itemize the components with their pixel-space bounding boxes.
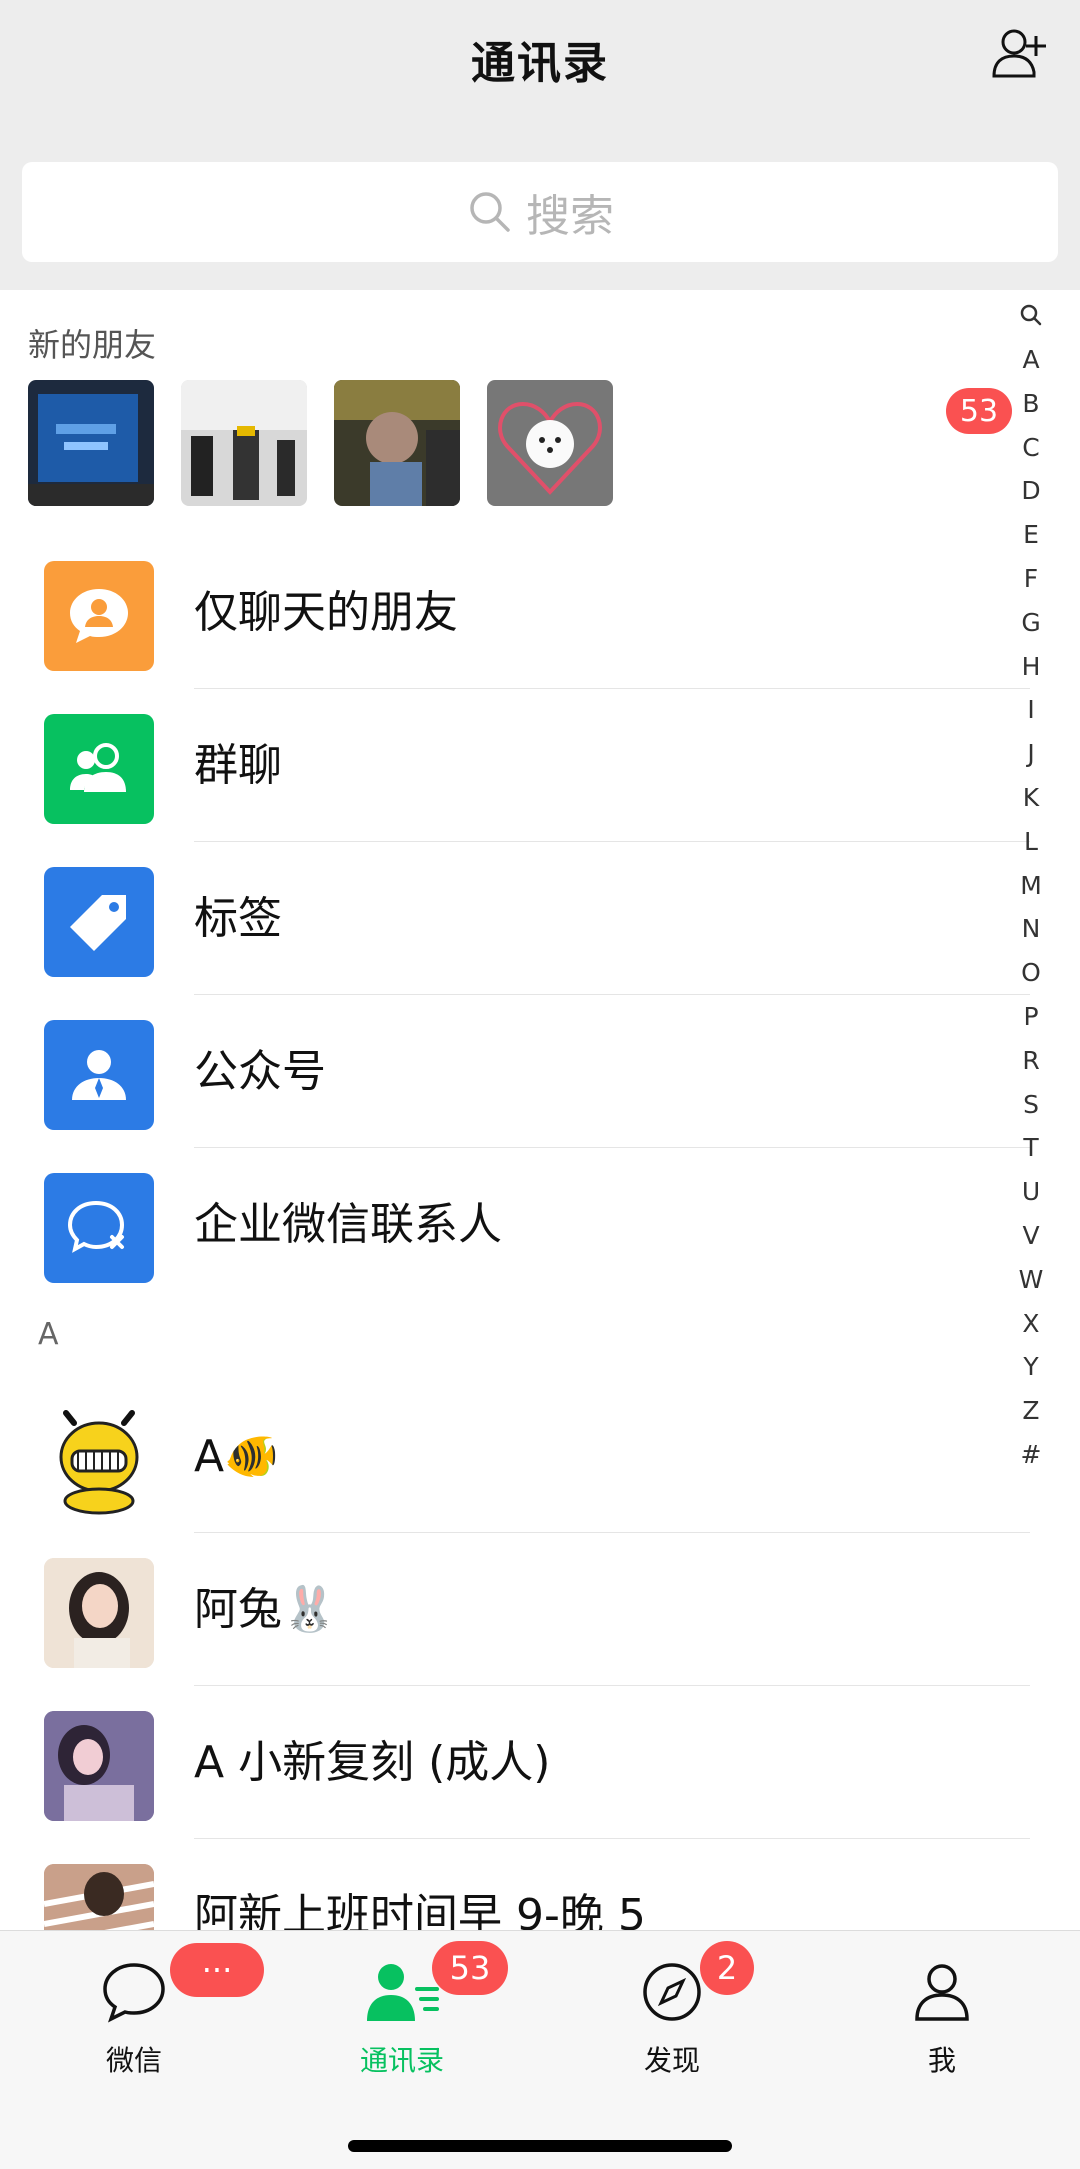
index-letter[interactable]: P bbox=[1023, 995, 1038, 1039]
contacts-icon bbox=[367, 1964, 439, 2021]
index-letter[interactable]: N bbox=[1022, 907, 1041, 951]
official-account-icon bbox=[44, 1020, 154, 1130]
home-indicator[interactable] bbox=[348, 2140, 732, 2152]
bottom-tab-bar: 微信 ··· 通讯录 53 发现 2 我 bbox=[0, 1930, 1080, 2169]
index-letter[interactable]: D bbox=[1021, 469, 1040, 513]
add-friend-icon[interactable] bbox=[988, 22, 1052, 86]
menu-item-official-accounts[interactable]: 公众号 bbox=[0, 995, 1030, 1148]
index-letter[interactable]: V bbox=[1022, 1214, 1039, 1258]
index-search-icon[interactable] bbox=[1018, 302, 1044, 328]
chat-bubble-icon bbox=[103, 1963, 165, 2023]
index-letter[interactable]: E bbox=[1023, 513, 1039, 557]
top-bar: 通讯录 bbox=[0, 0, 1080, 118]
index-letter[interactable]: Y bbox=[1023, 1345, 1038, 1389]
avatar bbox=[44, 1864, 154, 1930]
search-input[interactable]: 搜索 bbox=[22, 162, 1058, 262]
tab-badge-discover: 2 bbox=[700, 1941, 754, 1995]
tab-badge-contacts: 53 bbox=[432, 1941, 508, 1995]
tag-icon bbox=[44, 867, 154, 977]
search-section: 搜索 bbox=[0, 118, 1080, 290]
index-letter[interactable]: R bbox=[1022, 1039, 1039, 1083]
tab-label: 微信 bbox=[105, 2044, 162, 2077]
index-letter[interactable]: C bbox=[1022, 426, 1039, 470]
new-friend-thumb[interactable] bbox=[334, 380, 460, 506]
menu-item-tags[interactable]: 标签 bbox=[0, 842, 1030, 995]
index-letter[interactable]: S bbox=[1023, 1083, 1039, 1127]
index-letter[interactable]: O bbox=[1021, 951, 1041, 995]
search-icon bbox=[470, 192, 510, 232]
page-title: 通讯录 bbox=[471, 38, 609, 89]
avatar bbox=[44, 1405, 154, 1515]
alphabet-index[interactable]: A B C D E F G H I J K L M N O P R S T U … bbox=[1000, 290, 1062, 1477]
enterprise-wechat-icon bbox=[44, 1173, 154, 1283]
contact-row[interactable]: A🐠 bbox=[0, 1380, 1030, 1533]
contact-name: A 小新复刻 (成人) bbox=[194, 1737, 551, 1788]
menu-label: 公众号 bbox=[194, 1046, 326, 1097]
contact-name: A🐠 bbox=[194, 1431, 279, 1482]
index-letter[interactable]: W bbox=[1019, 1258, 1044, 1302]
index-letter[interactable]: J bbox=[1027, 732, 1034, 776]
avatar bbox=[44, 1558, 154, 1668]
menu-label: 仅聊天的朋友 bbox=[194, 587, 458, 638]
group-icon bbox=[44, 714, 154, 824]
new-friend-thumb[interactable] bbox=[181, 380, 307, 506]
new-friends-thumbnails[interactable] bbox=[28, 380, 613, 506]
new-friend-thumb[interactable] bbox=[28, 380, 154, 506]
me-icon bbox=[915, 1964, 969, 2021]
menu-label: 企业微信联系人 bbox=[194, 1199, 502, 1250]
contact-name: 阿新上班时间早 9-晚 5 bbox=[194, 1890, 646, 1930]
new-friends-title[interactable]: 新的朋友 bbox=[28, 320, 156, 366]
index-letter[interactable]: L bbox=[1024, 820, 1038, 864]
index-letter[interactable]: Z bbox=[1022, 1389, 1039, 1433]
tab-me[interactable]: 我 bbox=[842, 1959, 1042, 2079]
new-friend-thumb[interactable] bbox=[487, 380, 613, 506]
menu-item-chat-only-friends[interactable]: 仅聊天的朋友 bbox=[0, 536, 1030, 689]
index-letter[interactable]: M bbox=[1020, 864, 1042, 908]
index-letter[interactable]: K bbox=[1023, 776, 1039, 820]
index-letter[interactable]: # bbox=[1021, 1433, 1042, 1477]
menu-label: 标签 bbox=[194, 893, 282, 944]
index-letter[interactable]: T bbox=[1023, 1126, 1038, 1170]
index-letter[interactable]: A bbox=[1022, 338, 1039, 382]
menu-label: 群聊 bbox=[194, 740, 282, 791]
index-letter[interactable]: F bbox=[1024, 557, 1038, 601]
tab-badge-chats: ··· bbox=[170, 1943, 264, 1997]
search-placeholder: 搜索 bbox=[526, 191, 614, 242]
menu-item-enterprise-contacts[interactable]: 企业微信联系人 bbox=[0, 1148, 1030, 1301]
index-letter[interactable]: H bbox=[1022, 645, 1041, 689]
section-header-a: A bbox=[38, 1317, 59, 1352]
contact-name: 阿兔🐰 bbox=[194, 1584, 337, 1635]
contacts-list: 新的朋友 53 仅聊天的朋友 群聊 标签 公众号 企业微信联系人 A A🐠 阿兔… bbox=[0, 290, 1080, 1930]
contact-row[interactable]: 阿新上班时间早 9-晚 5 bbox=[0, 1839, 1030, 1930]
index-letter[interactable]: X bbox=[1022, 1302, 1039, 1346]
chat-person-icon bbox=[44, 561, 154, 671]
tab-label: 通讯录 bbox=[359, 2044, 444, 2077]
menu-item-group-chats[interactable]: 群聊 bbox=[0, 689, 1030, 842]
contact-row[interactable]: 阿兔🐰 bbox=[0, 1533, 1030, 1686]
tab-label: 发现 bbox=[643, 2044, 700, 2077]
contact-row[interactable]: A 小新复刻 (成人) bbox=[0, 1686, 1030, 1839]
index-letter[interactable]: B bbox=[1022, 382, 1039, 426]
avatar bbox=[44, 1711, 154, 1821]
index-letter[interactable]: G bbox=[1021, 601, 1040, 645]
index-letter[interactable]: I bbox=[1027, 688, 1034, 732]
compass-icon bbox=[643, 1963, 701, 2021]
tab-label: 我 bbox=[927, 2044, 956, 2077]
index-letter[interactable]: U bbox=[1022, 1170, 1040, 1214]
